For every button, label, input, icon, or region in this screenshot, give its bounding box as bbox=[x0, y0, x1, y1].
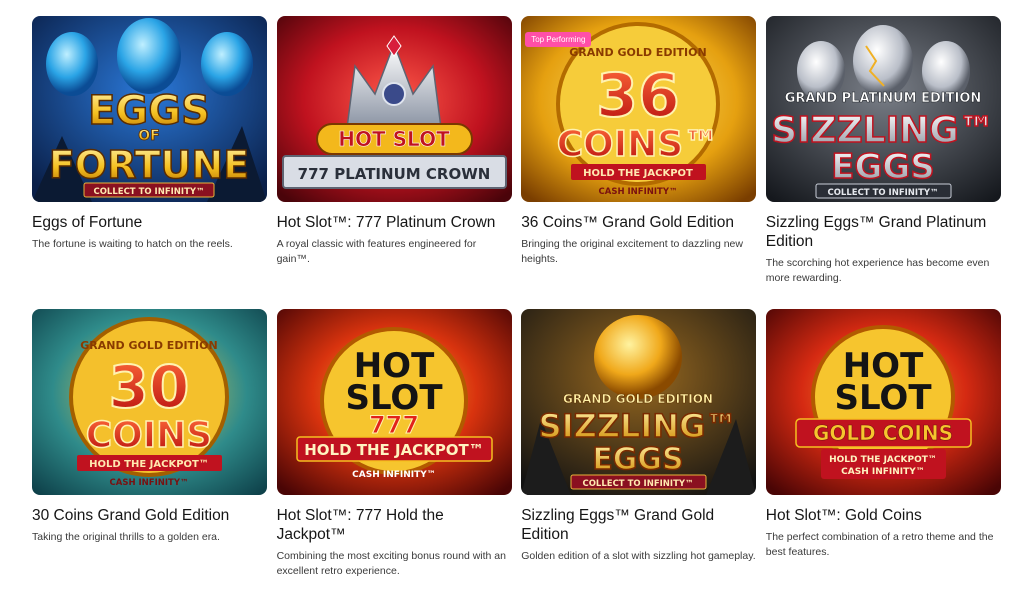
ribbon-text: COLLECT TO INFINITY™ bbox=[93, 187, 204, 197]
logo-line-4: COLLECT TO INFINITY™ bbox=[827, 188, 938, 198]
game-title[interactable]: Sizzling Eggs™ Grand Platinum Edition bbox=[766, 213, 1001, 251]
game-thumbnail[interactable]: GRAND GOLD EDITION SIZZLING™ EGGS COLLEC… bbox=[521, 309, 757, 495]
game-thumbnail[interactable]: HOT SLOT GOLD COINS HOLD THE JACKPOT™ CA… bbox=[765, 309, 1001, 495]
logo-line-1: GRAND GOLD EDITION bbox=[563, 392, 713, 406]
game-title[interactable]: Hot Slot™: 777 Platinum Crown bbox=[277, 213, 512, 232]
game-thumbnail[interactable]: Top Performing GRAND GOLD EDITION 36 COI… bbox=[521, 16, 757, 202]
top-performing-badge: Top Performing bbox=[525, 32, 592, 47]
logo-line-5: CASH INFINITY™ bbox=[352, 470, 436, 480]
game-card-eggs-of-fortune[interactable]: EGGS OF FORTUNE COLLECT TO INFINITY™ Egg… bbox=[32, 16, 267, 309]
game-thumbnail[interactable]: HOT SLOT 777 HOLD THE JACKPOT™ CASH INFI… bbox=[276, 309, 512, 495]
game-artwork: HOT SLOT 777 HOLD THE JACKPOT™ CASH INFI… bbox=[276, 309, 512, 495]
logo-line-1: GRAND GOLD EDITION bbox=[569, 46, 706, 59]
logo-line-2: 777 PLATINUM CROWN bbox=[297, 165, 490, 183]
logo-line-3: COINS™ bbox=[557, 124, 719, 165]
logo-line-1: HOT SLOT bbox=[338, 127, 450, 151]
logo-line-2: SLOT bbox=[834, 378, 932, 418]
game-description: The scorching hot experience has become … bbox=[765, 257, 990, 284]
logo-line-3: EGGS bbox=[593, 442, 684, 477]
game-card-sizzling-eggs-gold[interactable]: GRAND GOLD EDITION SIZZLING™ EGGS COLLEC… bbox=[521, 309, 757, 602]
logo-line-4: COLLECT TO INFINITY™ bbox=[583, 479, 694, 489]
logo-line-4: HOLD THE JACKPOT™ bbox=[829, 455, 937, 465]
game-thumbnail[interactable]: HOT SLOT 777 PLATINUM CROWN bbox=[276, 16, 512, 202]
logo-line-3: COINS bbox=[86, 415, 212, 456]
logo-line-3: EGGS bbox=[831, 147, 935, 187]
game-artwork: EGGS OF FORTUNE COLLECT TO INFINITY™ bbox=[32, 16, 267, 202]
game-artwork: GRAND GOLD EDITION SIZZLING™ EGGS COLLEC… bbox=[521, 309, 757, 495]
game-artwork: HOT SLOT 777 PLATINUM CROWN bbox=[276, 16, 512, 202]
game-description: Golden edition of a slot with sizzling h… bbox=[521, 550, 756, 562]
logo-line-1: GRAND GOLD EDITION bbox=[80, 339, 217, 352]
logo-line-4: HOLD THE JACKPOT™ bbox=[89, 459, 209, 470]
game-title[interactable]: Sizzling Eggs™ Grand Gold Edition bbox=[521, 506, 756, 544]
game-title[interactable]: Hot Slot™: 777 Hold the Jackpot™ bbox=[277, 506, 512, 544]
game-card-hot-slot-777-hold-the-jackpot[interactable]: HOT SLOT 777 HOLD THE JACKPOT™ CASH INFI… bbox=[276, 309, 512, 602]
game-description: The fortune is waiting to hatch on the r… bbox=[32, 238, 233, 250]
logo-line-2: 36 bbox=[596, 61, 680, 131]
game-description: The perfect combination of a retro theme… bbox=[765, 531, 994, 558]
game-title[interactable]: Eggs of Fortune bbox=[32, 213, 267, 232]
game-description: Combining the most exciting bonus round … bbox=[276, 550, 506, 577]
game-card-sizzling-eggs-platinum[interactable]: GRAND PLATINUM EDITION SIZZLING™ EGGS CO… bbox=[765, 16, 1001, 309]
logo-line-5: CASH INFINITY™ bbox=[599, 187, 678, 197]
game-description: A royal classic with features engineered… bbox=[276, 238, 477, 265]
game-thumbnail[interactable]: GRAND GOLD EDITION 30 COINS HOLD THE JAC… bbox=[32, 309, 267, 495]
logo-line-5: CASH INFINITY™ bbox=[110, 478, 189, 488]
game-card-hot-slot-gold-coins[interactable]: HOT SLOT GOLD COINS HOLD THE JACKPOT™ CA… bbox=[765, 309, 1001, 602]
logo-line-3: GOLD COINS bbox=[813, 421, 953, 445]
logo-line-3: FORTUNE bbox=[49, 143, 249, 187]
logo-line-4: HOLD THE JACKPOT bbox=[583, 168, 693, 179]
game-title[interactable]: Hot Slot™: Gold Coins bbox=[766, 506, 1001, 525]
game-card-36-coins[interactable]: Top Performing GRAND GOLD EDITION 36 COI… bbox=[521, 16, 757, 309]
game-thumbnail[interactable]: EGGS OF FORTUNE COLLECT TO INFINITY™ bbox=[32, 16, 267, 202]
logo-line-2: OF bbox=[138, 128, 159, 144]
game-artwork: GRAND PLATINUM EDITION SIZZLING™ EGGS CO… bbox=[765, 16, 1001, 202]
game-description: Taking the original thrills to a golden … bbox=[32, 531, 220, 543]
game-thumbnail[interactable]: GRAND PLATINUM EDITION SIZZLING™ EGGS CO… bbox=[765, 16, 1001, 202]
game-description: Bringing the original excitement to dazz… bbox=[521, 238, 743, 265]
game-grid: EGGS OF FORTUNE COLLECT TO INFINITY™ Egg… bbox=[32, 16, 1001, 602]
logo-line-2: 30 bbox=[109, 353, 190, 421]
logo-line-2: SIZZLING™ bbox=[539, 407, 738, 445]
logo-line-1: GRAND PLATINUM EDITION bbox=[785, 91, 982, 106]
game-title[interactable]: 36 Coins™ Grand Gold Edition bbox=[521, 213, 756, 232]
logo-line-4: HOLD THE JACKPOT™ bbox=[304, 441, 484, 459]
game-card-hot-slot-platinum-crown[interactable]: HOT SLOT 777 PLATINUM CROWN Hot Slot™: 7… bbox=[276, 16, 512, 309]
game-title[interactable]: 30 Coins Grand Gold Edition bbox=[32, 506, 267, 525]
game-card-30-coins[interactable]: GRAND GOLD EDITION 30 COINS HOLD THE JAC… bbox=[32, 309, 267, 602]
logo-line-2: SIZZLING™ bbox=[771, 110, 995, 151]
logo-line-3: 777 bbox=[369, 411, 419, 439]
game-artwork: GRAND GOLD EDITION 30 COINS HOLD THE JAC… bbox=[32, 309, 267, 495]
game-artwork: HOT SLOT GOLD COINS HOLD THE JACKPOT™ CA… bbox=[765, 309, 1001, 495]
logo-line-5: CASH INFINITY™ bbox=[841, 467, 925, 477]
